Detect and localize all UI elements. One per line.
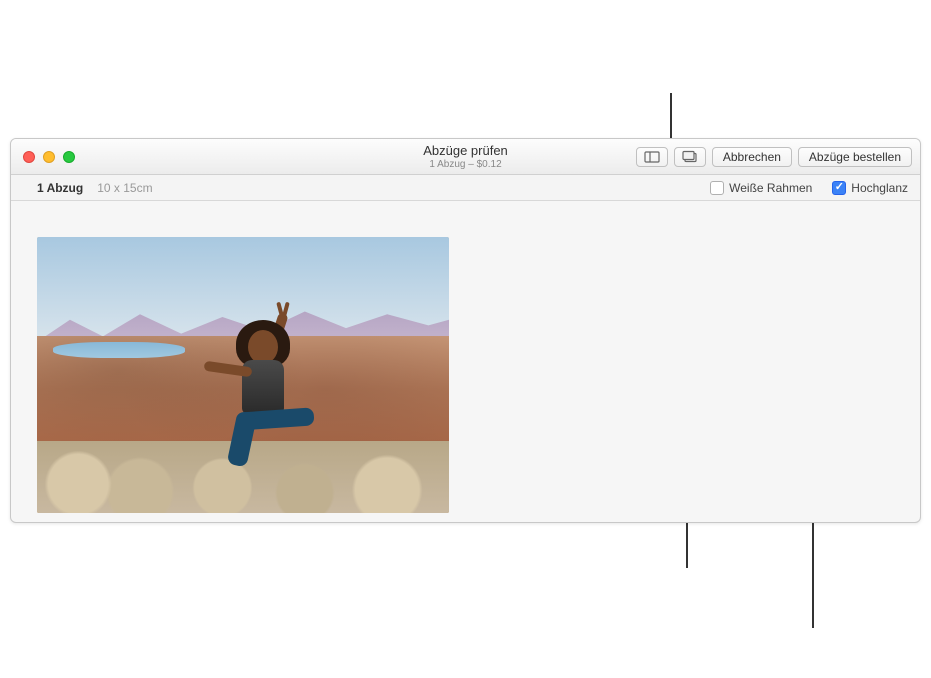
format-icon: [682, 150, 698, 164]
white-border-checkbox[interactable]: [710, 181, 724, 195]
print-count-label: 1 Abzug: [37, 181, 83, 195]
glossy-checkbox[interactable]: [832, 181, 846, 195]
layout-view-button[interactable]: [636, 147, 668, 167]
titlebar: Abzüge prüfen 1 Abzug – $0.12 Abbrechen …: [11, 139, 920, 175]
content-area: [11, 201, 920, 523]
white-border-option[interactable]: Weiße Rahmen: [710, 181, 812, 195]
format-button[interactable]: [674, 147, 706, 167]
order-prints-button[interactable]: Abzüge bestellen: [798, 147, 912, 167]
layout-icon: [644, 150, 660, 164]
window-title-group: Abzüge prüfen 1 Abzug – $0.12: [423, 143, 508, 171]
minimize-button[interactable]: [43, 151, 55, 163]
window-title: Abzüge prüfen: [423, 143, 508, 159]
print-review-window: Abzüge prüfen 1 Abzug – $0.12 Abbrechen …: [10, 138, 921, 523]
window-subtitle: 1 Abzug – $0.12: [423, 159, 508, 171]
glossy-option[interactable]: Hochglanz: [832, 181, 908, 195]
cancel-button[interactable]: Abbrechen: [712, 147, 792, 167]
maximize-button[interactable]: [63, 151, 75, 163]
toolbar: Abbrechen Abzüge bestellen: [636, 147, 920, 167]
callout-line-format-button: [670, 93, 672, 138]
close-button[interactable]: [23, 151, 35, 163]
window-controls: [11, 151, 75, 163]
glossy-label: Hochglanz: [851, 181, 908, 195]
options-bar: 1 Abzug 10 x 15cm Weiße Rahmen Hochglanz: [11, 175, 920, 201]
print-size-label: 10 x 15cm: [97, 181, 152, 195]
white-border-label: Weiße Rahmen: [729, 181, 812, 195]
photo-thumbnail[interactable]: [37, 237, 449, 513]
